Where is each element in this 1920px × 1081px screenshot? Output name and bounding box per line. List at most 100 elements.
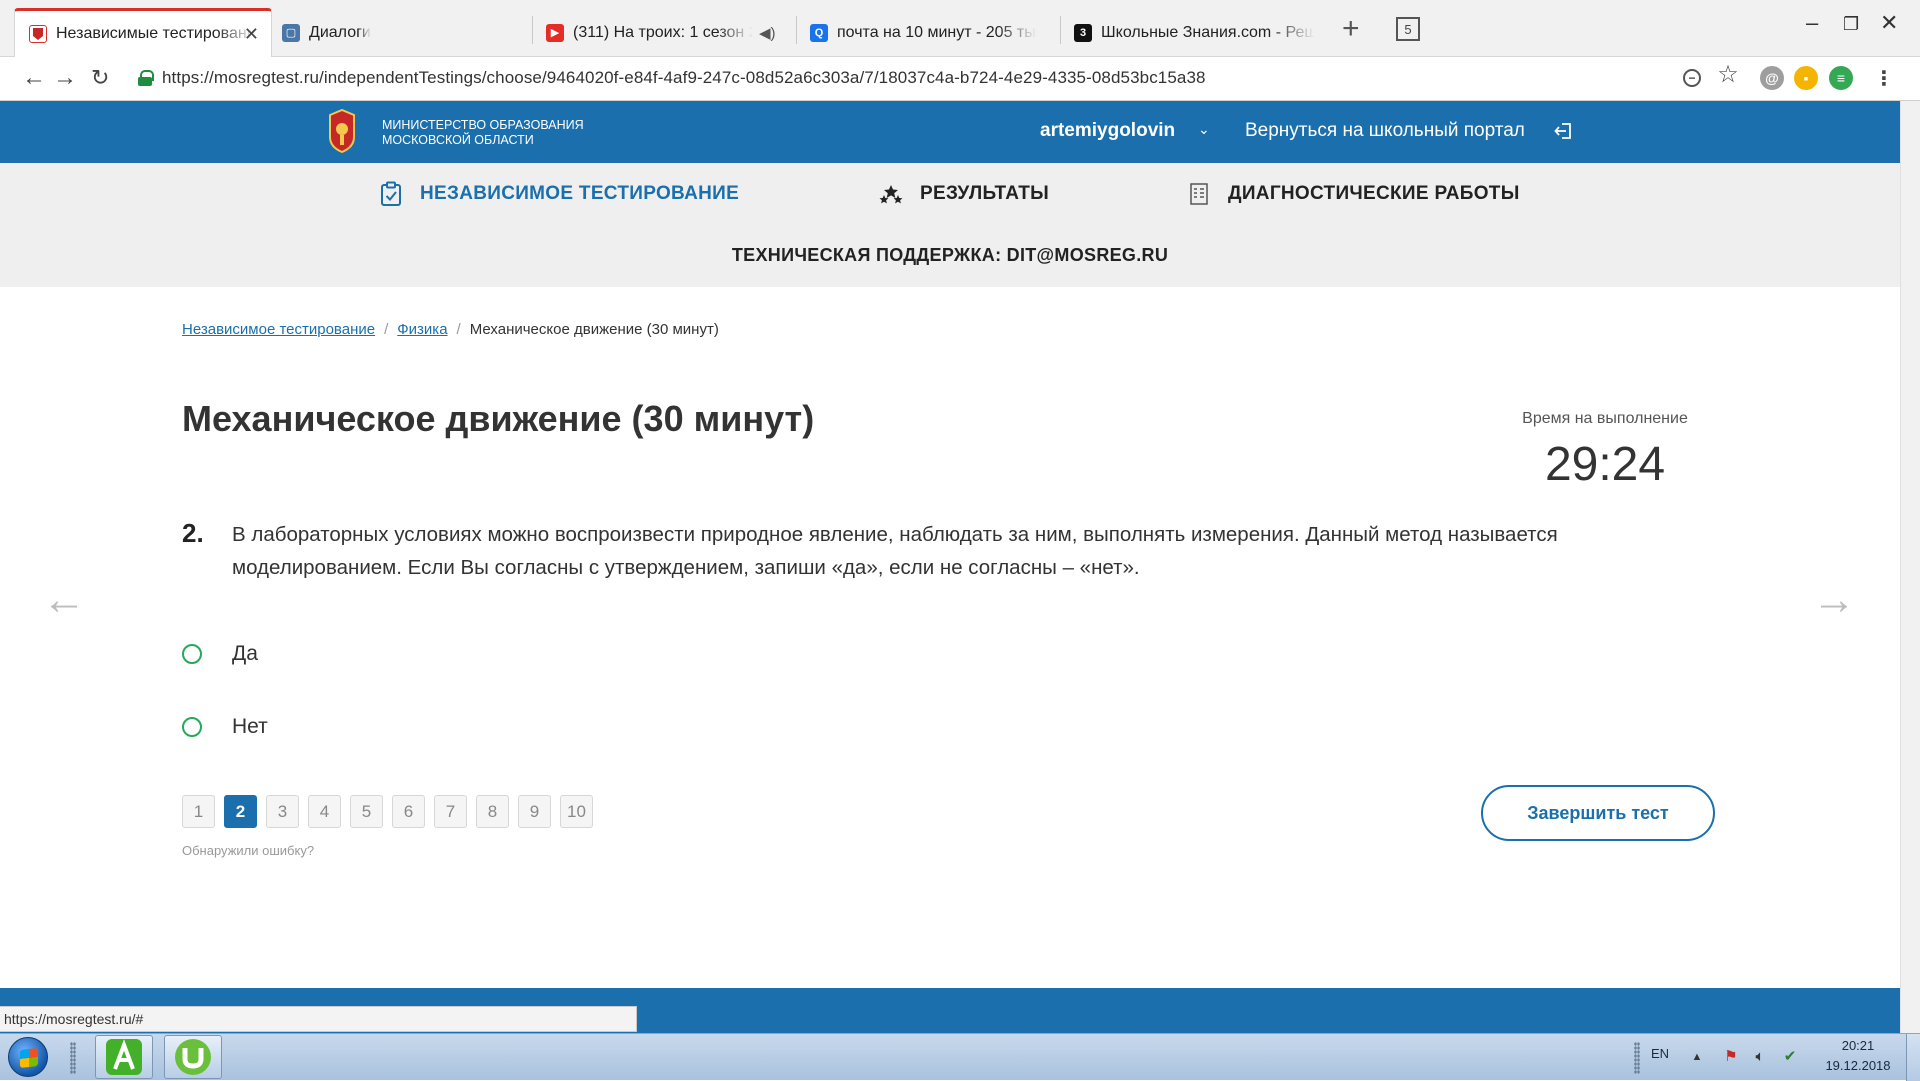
taskbar-app-androidbox[interactable] <box>95 1035 153 1079</box>
main-nav: НЕЗАВИСИМОЕ ТЕСТИРОВАНИЕ РЕЗУЛЬТАТЫ ДИАГ… <box>0 163 1900 287</box>
status-bar-url: https://mosregtest.ru/# <box>0 1006 637 1032</box>
page-button-current[interactable]: 2 <box>224 795 257 828</box>
tab-title: Школьные Знания.com - Реша <box>1101 23 1315 41</box>
page-button-8[interactable]: 8 <box>476 795 509 828</box>
secure-lock-icon <box>138 70 154 86</box>
page-title: Механическое движение (30 минут) <box>182 398 815 439</box>
volume-icon[interactable]: 🔈︎ <box>1751 1048 1769 1066</box>
clipboard-icon <box>381 181 401 206</box>
site-header: Министерство образования Московской обла… <box>0 101 1900 163</box>
ministry-line2: Московской области <box>382 133 534 147</box>
utorrent-icon <box>175 1039 211 1075</box>
next-question-arrow-icon[interactable]: → <box>1812 578 1856 622</box>
portal-link[interactable]: Вернуться на школьный портал <box>1245 120 1525 142</box>
green-a-app-icon <box>106 1039 142 1075</box>
page-button-1[interactable]: 1 <box>182 795 215 828</box>
zoom-out-icon[interactable]: − <box>1683 69 1701 87</box>
nav-label: НЕЗАВИСИМОЕ ТЕСТИРОВАНИЕ <box>420 183 740 204</box>
search-favicon-icon: Q <box>810 23 828 42</box>
page-button-5[interactable]: 5 <box>350 795 383 828</box>
browser-tab[interactable]: Q почта на 10 минут - 205 тыс. р <box>810 8 1050 57</box>
moscow-region-crest-icon[interactable] <box>327 109 357 153</box>
tab-title: Диалоги <box>309 23 371 41</box>
ministry-line1: Министерство образования <box>382 118 584 132</box>
nav-results[interactable]: РЕЗУЛЬТАТЫ <box>878 181 1049 207</box>
extension-chat-icon[interactable]: ▪ <box>1794 66 1818 90</box>
minimize-icon[interactable]: – <box>1806 10 1818 36</box>
breadcrumb-link-physics[interactable]: Физика <box>397 321 447 338</box>
option-label: Да <box>232 642 258 665</box>
tab-divider <box>1060 16 1061 44</box>
document-icon <box>1190 183 1208 205</box>
browser-tab[interactable]: ▢ Диалоги <box>282 8 512 57</box>
taskbar-grip <box>1634 1042 1640 1074</box>
extension-mail-icon[interactable]: @ <box>1760 66 1784 90</box>
question-text: В лабораторных условиях можно воспроизве… <box>232 523 1558 579</box>
tab-close-icon[interactable]: ✕ <box>244 24 259 45</box>
breadcrumb-separator: / <box>384 321 389 338</box>
browser-tab[interactable]: 3 Школьные Знания.com - Реша <box>1074 8 1324 57</box>
show-hidden-icons-icon[interactable]: ▲ <box>1688 1048 1706 1066</box>
breadcrumb-current: Механическое движение (30 минут) <box>469 321 719 338</box>
option-label: Нет <box>232 715 268 738</box>
start-button-icon[interactable] <box>8 1037 48 1077</box>
tab-title: почта на 10 минут - 205 тыс. р <box>837 23 1037 41</box>
tab-divider <box>796 16 797 44</box>
nav-independent-testing[interactable]: НЕЗАВИСИМОЕ ТЕСТИРОВАНИЕ <box>378 181 739 207</box>
report-error-link[interactable]: Обнаружили ошибку? <box>182 843 314 858</box>
network-error-icon[interactable]: ⚑ <box>1722 1048 1740 1066</box>
nav-diagnostic-works[interactable]: ДИАГНОСТИЧЕСКИЕ РАБОТЫ <box>1186 181 1520 207</box>
finish-test-button[interactable]: Завершить тест <box>1481 785 1715 841</box>
audio-playing-icon[interactable]: ◀) <box>759 24 776 42</box>
show-desktop-button[interactable] <box>1906 1034 1920 1081</box>
answer-option-yes[interactable]: Да <box>182 642 258 666</box>
restore-icon[interactable]: ❐ <box>1843 14 1859 35</box>
page-button-3[interactable]: 3 <box>266 795 299 828</box>
clock-date[interactable]: 19.12.2018 <box>1818 1058 1898 1073</box>
address-bar[interactable]: https://mosregtest.ru/independentTesting… <box>128 61 1764 95</box>
radio-button[interactable] <box>182 717 202 737</box>
extension-list-icon[interactable]: ≡ <box>1829 66 1853 90</box>
page-button-6[interactable]: 6 <box>392 795 425 828</box>
reload-icon[interactable]: ↻ <box>91 63 109 93</box>
url-text[interactable]: https://mosregtest.ru/independentTesting… <box>162 68 1206 88</box>
tech-support-email[interactable]: ТЕХНИЧЕСКАЯ ПОДДЕРЖКА: DIT@MOSREG.RU <box>0 245 1900 266</box>
prev-question-arrow-icon[interactable]: ← <box>42 578 86 622</box>
close-window-icon[interactable]: ✕ <box>1880 10 1898 36</box>
breadcrumb-link-testing[interactable]: Независимое тестирование <box>182 321 375 338</box>
page-button-7[interactable]: 7 <box>434 795 467 828</box>
znanija-favicon-icon: 3 <box>1074 23 1092 42</box>
page-scrollbar[interactable] <box>1900 101 1920 1033</box>
browser-menu-icon[interactable]: ⋮ <box>1872 66 1896 90</box>
language-indicator[interactable]: EN <box>1651 1046 1669 1061</box>
sync-status-icon[interactable]: ✔ <box>1781 1048 1799 1066</box>
question-number: 2. <box>182 518 204 548</box>
countdown-timer: 29:24 <box>1544 438 1666 491</box>
forward-arrow-icon[interactable]: → <box>53 63 77 93</box>
browser-tabstrip: Независимые тестирования ✕ ▢ Диалоги ▶ (… <box>0 0 1920 57</box>
windows-taskbar: EN ▲ ⚑ 🔈︎ ✔ 20:21 19.12.2018 <box>0 1033 1920 1081</box>
tab-divider <box>532 16 533 44</box>
breadcrumb-separator: / <box>456 321 461 338</box>
new-tab-button[interactable]: + <box>1342 14 1360 44</box>
bookmark-star-icon[interactable]: ☆ <box>1716 61 1740 88</box>
logout-icon[interactable] <box>1554 121 1574 141</box>
back-arrow-icon[interactable]: ← <box>22 63 46 93</box>
answer-option-no[interactable]: Нет <box>182 715 268 739</box>
chevron-down-icon[interactable]: ⌄ <box>1198 121 1210 138</box>
taskbar-grip <box>70 1042 76 1074</box>
youtube-favicon-icon: ▶ <box>546 23 564 42</box>
page-button-4[interactable]: 4 <box>308 795 341 828</box>
taskbar-app-utorrent[interactable] <box>164 1035 222 1079</box>
user-menu[interactable]: artemiygolovin <box>1040 120 1175 142</box>
tab-count-badge[interactable]: 5 <box>1396 17 1420 41</box>
page-button-10[interactable]: 10 <box>560 795 593 828</box>
ministry-name[interactable]: Министерство образования Московской обла… <box>382 118 584 148</box>
browser-tab[interactable]: ▶ (311) На троих: 1 сезон 20 с ◀) <box>546 8 786 57</box>
page-button-9[interactable]: 9 <box>518 795 551 828</box>
browser-tab-active[interactable]: Независимые тестирования ✕ <box>14 8 272 57</box>
nav-label: ДИАГНОСТИЧЕСКИЕ РАБОТЫ <box>1228 183 1520 204</box>
clock-time[interactable]: 20:21 <box>1818 1038 1898 1053</box>
radio-button[interactable] <box>182 644 202 664</box>
question-pager: 1 2 3 4 5 6 7 8 9 10 <box>182 795 602 828</box>
